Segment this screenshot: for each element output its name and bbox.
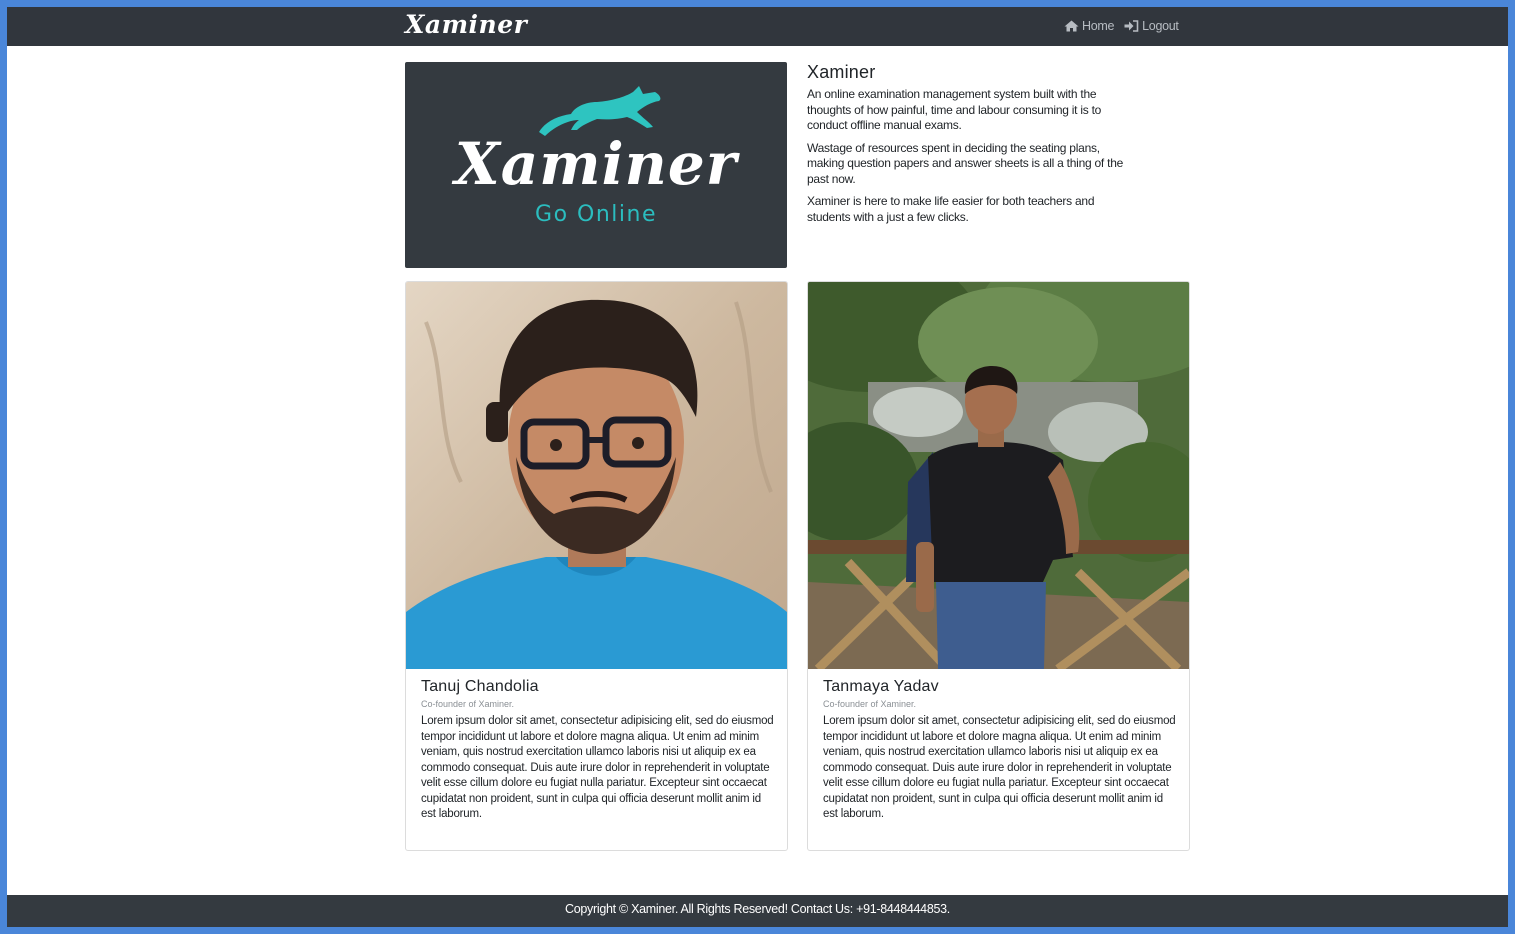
about-paragraph-2: Wastage of resources spent in deciding t… <box>807 140 1124 186</box>
sign-in-icon <box>1124 20 1139 32</box>
page-footer: Copyright © Xaminer. All Rights Reserved… <box>7 895 1508 927</box>
founder-photo-outdoor <box>808 282 1189 669</box>
founder-role: Co-founder of Xaminer. <box>421 699 515 709</box>
founder-role: Co-founder of Xaminer. <box>823 699 917 709</box>
founder-name: Tanuj Chandolia <box>421 678 539 695</box>
founder-bio: Lorem ipsum dolor sit amet, consectetur … <box>823 715 1176 820</box>
founder-card-tanmaya: Tanmaya Yadav Co-founder of Xaminer. Lor… <box>807 281 1190 851</box>
browser-viewport: Xaminer Home Logout Xaminer Go Online Xa… <box>7 7 1508 927</box>
footer-copyright: Copyright © Xaminer. All Rights Reserved… <box>565 902 950 916</box>
founder-name: Tanmaya Yadav <box>823 678 939 695</box>
about-section: Xaminer An online examination management… <box>807 62 1127 232</box>
xaminer-logo-banner: Xaminer Go Online <box>405 62 787 268</box>
nav-home-label: Home <box>1082 19 1115 33</box>
founder-card-body: Tanmaya Yadav Co-founder of Xaminer. Lor… <box>823 678 1178 823</box>
about-paragraph-3: Xaminer is here to make life easier for … <box>807 194 1095 224</box>
nav-links: Home Logout <box>1064 19 1179 33</box>
top-navbar: Xaminer Home Logout <box>7 7 1508 46</box>
founder-bio: Lorem ipsum dolor sit amet, consectetur … <box>421 715 774 820</box>
brand-logo-link[interactable]: Xaminer <box>405 10 527 39</box>
nav-home-link[interactable]: Home <box>1064 19 1114 33</box>
founder-card-tanuj: Tanuj Chandolia Co-founder of Xaminer. L… <box>405 281 788 851</box>
logo-tagline: Go Online <box>535 202 657 227</box>
logo-wordmark: Xaminer <box>454 130 738 198</box>
about-title: Xaminer <box>807 62 876 82</box>
founder-card-body: Tanuj Chandolia Co-founder of Xaminer. L… <box>421 678 776 823</box>
founder-photo-portrait <box>406 282 787 669</box>
about-paragraph-1: An online examination management system … <box>807 87 1102 132</box>
nav-logout-label: Logout <box>1142 19 1179 33</box>
home-icon <box>1064 20 1079 32</box>
nav-logout-link[interactable]: Logout <box>1124 19 1179 33</box>
